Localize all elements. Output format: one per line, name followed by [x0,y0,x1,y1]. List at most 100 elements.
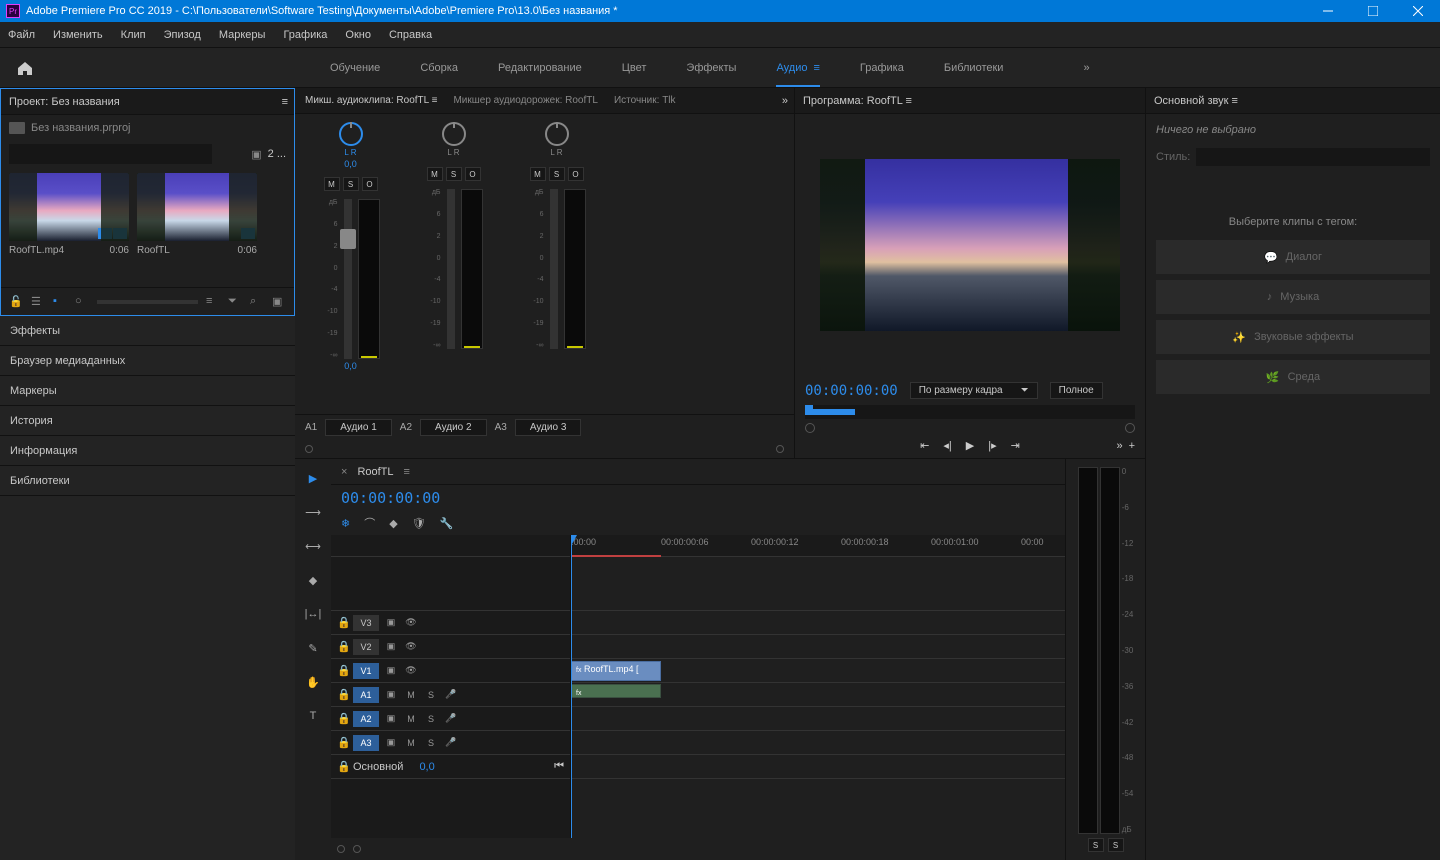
menu-markers[interactable]: Маркеры [219,29,266,41]
find-button[interactable]: ⌕ [250,295,264,309]
zoom-slider[interactable] [97,300,198,304]
new-bin-button[interactable]: ▣ [272,295,286,309]
mute-button[interactable]: M [530,167,546,181]
volume-fader[interactable] [344,199,352,359]
panel-media-browser[interactable]: Браузер медиаданных [0,346,295,376]
track-select-tool[interactable]: ⟶ [304,503,322,521]
panel-history[interactable]: История [0,406,295,436]
track-label[interactable]: A1 [353,687,379,703]
tab-source[interactable]: Источник: Tlk [614,95,676,106]
assign-music-button[interactable]: ♪Музыка [1156,280,1430,314]
timeline-tracks[interactable]: :00:00 00:00:00:06 00:00:00:12 00:00:00:… [571,535,1065,838]
voice-icon[interactable]: 🎤 [443,688,459,702]
pen-tool[interactable]: ✎ [304,639,322,657]
track-header-a3[interactable]: 🔒A3▣MS🎤 [331,731,570,755]
voice-icon[interactable]: 🎤 [443,712,459,726]
track-name-button[interactable]: Аудио 2 [420,419,487,436]
volume-fader[interactable] [550,189,558,349]
solo-button[interactable]: S [446,167,462,181]
track-lane-a2[interactable] [571,707,1065,731]
record-button[interactable]: O [362,177,378,191]
lock-icon[interactable]: 🔒 [337,712,349,725]
assign-ambience-button[interactable]: 🌿Среда [1156,360,1430,394]
icon-view-button[interactable]: ▪ [53,295,67,309]
panel-effects[interactable]: Эффекты [0,316,295,346]
solo-toggle[interactable]: S [423,712,439,726]
zoom-handle[interactable] [353,845,361,853]
playhead[interactable] [571,535,572,838]
close-button[interactable] [1395,0,1440,22]
tab-clip-mixer[interactable]: Микш. аудиоклипа: RoofTL ≡ [305,95,437,106]
workspace-effects[interactable]: Эффекты [686,48,736,87]
wrench-settings[interactable]: 🔧 [440,517,454,530]
linked-selection-toggle[interactable]: ⌒ [364,515,375,531]
workspace-libraries[interactable]: Библиотеки [944,48,1004,87]
solo-left[interactable]: S [1088,838,1104,852]
marker-toggle[interactable]: ◆ [389,517,397,530]
maximize-button[interactable] [1350,0,1395,22]
workspace-audio[interactable]: Аудио≡ [776,48,819,87]
track-header-v1[interactable]: 🔒V1▣👁 [331,659,570,683]
panel-info[interactable]: Информация [0,436,295,466]
close-sequence[interactable]: × [341,466,347,478]
toggle-output-icon[interactable]: ▣ [383,688,399,702]
add-button[interactable]: + [1129,440,1135,452]
pan-knob[interactable] [545,122,569,146]
writable-toggle[interactable]: 🔓 [9,295,23,309]
mute-button[interactable]: M [324,177,340,191]
transport-overflow[interactable]: » [1116,440,1122,452]
track-label[interactable]: V1 [353,663,379,679]
track-lane-master[interactable] [571,755,1065,779]
bin-item[interactable]: RoofTL.mp4 0:06 [9,173,129,281]
scroll-handle[interactable] [776,445,784,453]
track-header-v3[interactable]: 🔒V3▣👁 [331,611,570,635]
hand-tool[interactable]: ✋ [304,673,322,691]
pan-knob[interactable] [442,122,466,146]
workspace-menu-icon[interactable]: ≡ [813,62,819,74]
style-dropdown[interactable] [1196,148,1430,166]
panel-libraries[interactable]: Библиотеки [0,466,295,496]
automate-button[interactable]: ⏷ [228,295,242,309]
shield-toggle[interactable]: 🛡 [412,517,426,530]
track-lane-v2[interactable] [571,635,1065,659]
workspace-overflow[interactable]: » [1083,62,1089,74]
sequence-tab[interactable]: RoofTL [357,466,393,478]
list-view-button[interactable]: ☰ [31,295,45,309]
selection-tool[interactable]: ▶ [304,469,322,487]
ripple-edit-tool[interactable]: ⟷ [304,537,322,555]
menu-help[interactable]: Справка [389,29,432,41]
bin-icon[interactable]: ▣ [251,148,261,161]
workspace-learn[interactable]: Обучение [330,48,380,87]
program-scrubber[interactable] [805,405,1135,419]
track-header-a2[interactable]: 🔒A2▣MS🎤 [331,707,570,731]
snap-toggle[interactable]: ❄ [341,517,350,530]
track-label[interactable]: A2 [353,711,379,727]
solo-toggle[interactable]: S [423,688,439,702]
eye-icon[interactable]: 👁 [403,616,419,630]
record-button[interactable]: O [568,167,584,181]
mark-out-button[interactable]: ⇥ [1011,439,1020,452]
volume-fader[interactable] [447,189,455,349]
zoom-out-handle[interactable] [805,423,815,433]
slip-tool[interactable]: |↔| [304,605,322,623]
project-search-input[interactable] [9,144,212,164]
lock-icon[interactable]: 🔒 [337,616,349,629]
bin-item[interactable]: RoofTL 0:06 [137,173,257,281]
track-header-master[interactable]: 🔒Основной0,0⏮ [331,755,570,779]
lock-icon[interactable]: 🔒 [337,688,349,701]
menu-edit[interactable]: Изменить [53,29,103,41]
tab-track-mixer[interactable]: Микшер аудиодорожек: RoofTL [453,95,597,106]
lock-icon[interactable]: 🔒 [337,736,349,749]
assign-sfx-button[interactable]: ✨Звуковые эффекты [1156,320,1430,354]
workspace-graphics[interactable]: Графика [860,48,904,87]
record-button[interactable]: O [465,167,481,181]
mute-toggle[interactable]: M [403,712,419,726]
menu-clip[interactable]: Клип [121,29,146,41]
track-label[interactable]: V2 [353,639,379,655]
eye-icon[interactable]: 👁 [403,664,419,678]
menu-sequence[interactable]: Эпизод [164,29,201,41]
menu-window[interactable]: Окно [345,29,371,41]
solo-button[interactable]: S [549,167,565,181]
mark-in-button[interactable]: ⇤ [920,439,929,452]
program-timecode[interactable]: 00:00:00:00 [805,383,898,399]
